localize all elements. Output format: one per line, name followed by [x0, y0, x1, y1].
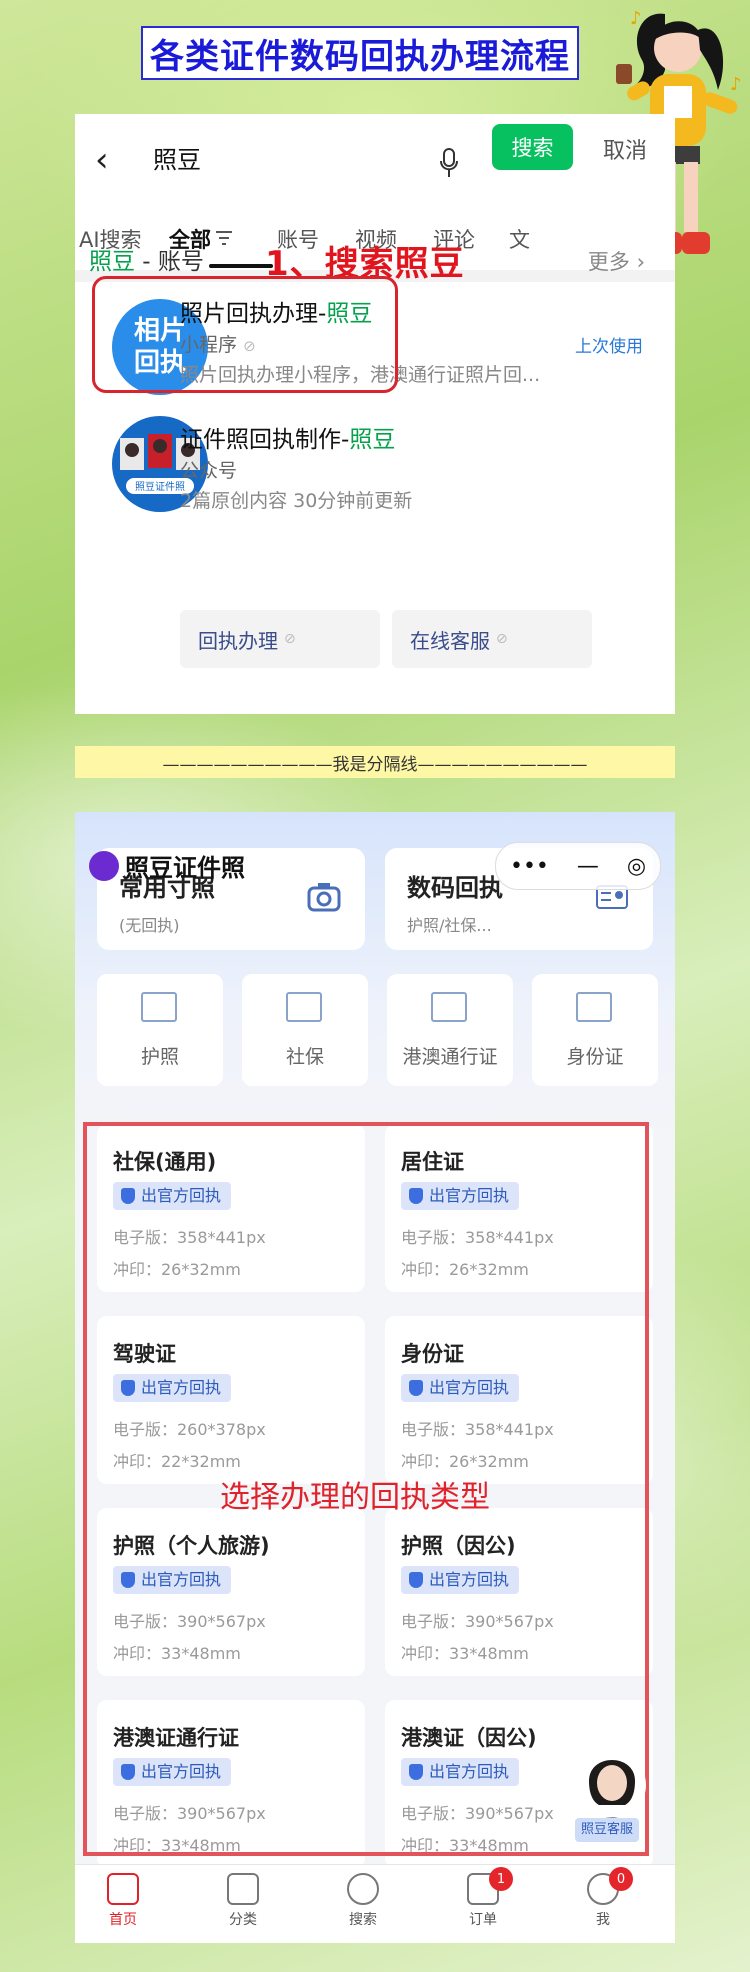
search-icon [347, 1873, 379, 1905]
social-card-icon [286, 992, 322, 1022]
home-icon [107, 1873, 139, 1905]
category-passport[interactable]: 护照 [97, 974, 223, 1086]
tab-more[interactable]: 文 [509, 224, 530, 254]
camera-icon [307, 883, 341, 912]
nav-orders[interactable]: 订单 1 [443, 1867, 523, 1929]
nav-search[interactable]: 搜索 [323, 1873, 403, 1929]
svg-text:照豆证件照: 照豆证件照 [135, 481, 185, 493]
svg-text:♪: ♪ [630, 8, 642, 29]
close-target-icon[interactable]: ◎ [627, 854, 646, 879]
id-card-icon [576, 992, 612, 1022]
step-2-annotation: 选择办理的回执类型 [220, 1480, 490, 1515]
result-description: 2篇原创内容 30分钟前更新 [180, 490, 413, 512]
category-hk-macau-permit[interactable]: 港澳通行证 [387, 974, 513, 1086]
search-input[interactable]: 照豆 [153, 136, 201, 184]
page-title: 各类证件数码回执办理流程 [141, 26, 579, 80]
highlight-frame [92, 276, 398, 393]
receipt-service-button[interactable]: 回执办理 ⊘ [180, 610, 380, 668]
app-logo-icon [89, 850, 119, 881]
miniapp-title: 照豆证件照 [89, 848, 245, 883]
more-link[interactable]: 更多 › [588, 246, 645, 276]
customer-service-tag[interactable]: 照豆客服 [575, 1818, 640, 1842]
result-type: 公众号 [180, 460, 238, 482]
microphone-icon[interactable] [439, 148, 459, 178]
category-icon [227, 1873, 259, 1905]
category-id-card[interactable]: 身份证 [532, 974, 658, 1086]
chevron-left-icon[interactable]: ‹ [95, 142, 125, 178]
account-section-heading: 照豆 - 账号 [89, 249, 204, 275]
last-used-tag: 上次使用 [575, 337, 643, 357]
minimize-icon[interactable]: — [577, 854, 599, 879]
bottom-nav: 首页 分类 搜索 订单 1 我 0 [75, 1864, 675, 1943]
nav-category[interactable]: 分类 [203, 1873, 283, 1929]
search-bar: ‹ 照豆 搜索 取消 [75, 114, 675, 206]
miniapp-capsule: ••• — ◎ [495, 842, 661, 890]
filter-icon[interactable] [215, 230, 233, 246]
cancel-button[interactable]: 取消 [603, 132, 647, 172]
orders-count-badge: 1 [489, 1867, 513, 1891]
result-title[interactable]: 证件照回执制作-照豆 [180, 420, 395, 454]
svg-text:♪: ♪ [730, 74, 742, 95]
search-button[interactable]: 搜索 [492, 124, 573, 170]
divider-strip: ——————————我是分隔线—————————— [75, 746, 675, 778]
nav-home[interactable]: 首页 [83, 1873, 163, 1929]
profile-count-badge: 0 [609, 1867, 633, 1891]
permit-icon [431, 992, 467, 1022]
passport-icon [141, 992, 177, 1022]
online-support-button[interactable]: 在线客服 ⊘ [392, 610, 592, 668]
search-screen: ‹ 照豆 搜索 取消 AI搜索 全部 账号 视频 评论 文 照豆 - 账号 1、… [75, 114, 675, 714]
active-tab-indicator [209, 264, 273, 268]
more-menu-icon[interactable]: ••• [510, 854, 549, 879]
miniapp-screen: 常用寸照 (无回执) 数码回执 护照/社保... 照豆证件照 ••• — ◎ 护… [75, 812, 675, 1943]
category-social-security[interactable]: 社保 [242, 974, 368, 1086]
nav-profile[interactable]: 我 0 [563, 1867, 643, 1929]
